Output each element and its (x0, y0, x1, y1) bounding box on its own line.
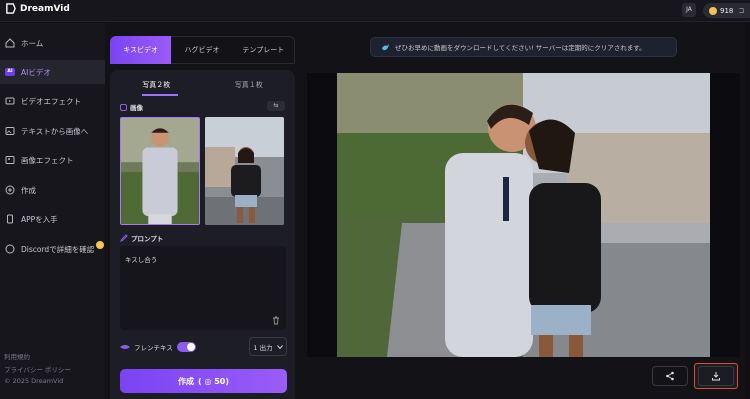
discord-icon (5, 244, 15, 254)
image-section-header: 画像 (120, 102, 143, 112)
right-scroll-edge (745, 22, 750, 399)
image-effect-icon (5, 156, 15, 164)
privacy-link[interactable]: プライバシー ポリシー (4, 364, 71, 374)
photo-count-tabs: 写真２枚 写真１枚 (110, 80, 295, 94)
sidebar-item-get-app[interactable]: APPを入手 (0, 207, 105, 231)
sidebar-item-label: ホーム (21, 38, 44, 48)
share-icon (666, 371, 674, 381)
ai-chip-icon: AI (5, 68, 15, 76)
sidebar-item-create[interactable]: 作成 (0, 178, 105, 202)
video-type-tabs: キスビデオ ハグビデオ テンプレート (110, 36, 295, 64)
discord-badge-icon (96, 241, 105, 249)
top-bar: DreamVid JA 918 コ (0, 0, 750, 22)
bird-icon (381, 43, 390, 50)
download-icon (712, 372, 720, 381)
pen-icon (120, 234, 128, 242)
image-icon (120, 103, 127, 111)
output-count-select[interactable]: 1 出力 (249, 337, 287, 356)
sidebar-item-discord[interactable]: Discordで詳細を確認 (0, 237, 105, 261)
prompt-section-label: プロンプト (131, 235, 164, 243)
lips-icon (120, 345, 130, 349)
subtab-two-photos[interactable]: 写真２枚 (110, 80, 203, 94)
subtab-one-photo[interactable]: 写真１枚 (203, 80, 296, 94)
sidebar-item-video-effects[interactable]: ビデオエフェクト (0, 89, 105, 113)
language-button[interactable]: JA (682, 3, 696, 17)
chevron-down-icon (276, 344, 283, 349)
sidebar-item-label: テキストから画像へ (21, 126, 89, 136)
create-cost: ( ◎ 50) (198, 376, 229, 386)
sidebar-item-home[interactable]: ホーム (0, 31, 105, 55)
kiss-video-frame (337, 73, 710, 357)
tab-template[interactable]: テンプレート (232, 36, 295, 64)
create-button-label: 作成 (178, 376, 194, 386)
copyright-text: © 2025 DreamVid (4, 377, 64, 385)
app-icon (7, 214, 13, 224)
settings-panel: 写真２枚 写真１枚 画像 ⇆ プロンプト キスし合う フレンチキス 1 出力 作… (110, 70, 295, 399)
video-effect-icon (5, 97, 15, 105)
french-kiss-label: フレンチキス (134, 344, 173, 352)
app-root: DreamVid JA 918 コ ホーム AI AIビデオ ビデオエフェクト … (0, 0, 750, 399)
create-icon (5, 185, 15, 195)
prompt-input[interactable]: キスし合う (120, 246, 286, 330)
prompt-value: キスし合う (125, 256, 158, 264)
credits-more: コ (738, 8, 745, 15)
brand-name: DreamVid (20, 3, 70, 14)
download-button[interactable] (694, 363, 738, 389)
sidebar-item-label: APPを入手 (21, 214, 58, 224)
dreamvid-logo-icon (6, 3, 16, 14)
credits-badge[interactable]: 918 コ (703, 3, 750, 18)
french-kiss-row: フレンチキス (120, 342, 196, 352)
swap-images-button[interactable]: ⇆ (267, 101, 285, 111)
woman-photo-image (205, 117, 284, 225)
coin-icon (709, 6, 717, 15)
tab-kiss-video[interactable]: キスビデオ (110, 36, 172, 64)
home-icon (5, 38, 15, 48)
create-button[interactable]: 作成 ( ◎ 50) (120, 369, 287, 393)
sidebar-item-label: Discordで詳細を確認 (21, 244, 95, 254)
tab-hug-video[interactable]: ハグビデオ (171, 36, 233, 64)
prompt-section-header: プロンプト (120, 233, 163, 243)
notice-text: ぜひお早めに動画をダウンロードしてください! サーバーは定期的にクリアされます。 (395, 44, 646, 52)
sidebar-item-label: ビデオエフェクト (21, 96, 81, 106)
brand[interactable]: DreamVid (5, 3, 70, 14)
sidebar-item-label: 作成 (21, 185, 36, 195)
trash-icon[interactable] (272, 316, 280, 325)
sidebar-item-ai-video[interactable]: AI AIビデオ (0, 60, 105, 84)
credits-count: 918 (720, 6, 734, 15)
video-preview[interactable] (307, 73, 740, 357)
sidebar-item-image-effects[interactable]: 画像エフェクト (0, 148, 105, 172)
french-kiss-toggle[interactable] (176, 342, 196, 352)
terms-link[interactable]: 利用規約 (4, 351, 30, 361)
image-section-label: 画像 (130, 104, 143, 112)
photo-thumbnail-man[interactable] (120, 117, 200, 225)
download-button-inner (698, 366, 734, 386)
share-button[interactable] (652, 366, 688, 386)
download-notice: ぜひお早めに動画をダウンロードしてください! サーバーは定期的にクリアされます。 (370, 37, 677, 57)
sidebar-item-label: AIビデオ (21, 67, 51, 77)
photo-thumbnail-woman[interactable] (205, 117, 284, 225)
sidebar-item-label: 画像エフェクト (21, 155, 74, 165)
output-count-value: 1 出力 (253, 343, 273, 352)
sidebar: ホーム AI AIビデオ ビデオエフェクト テキストから画像へ 画像エフェクト … (0, 23, 105, 399)
text-to-image-icon (5, 127, 15, 135)
man-photo-image (121, 118, 199, 224)
sidebar-item-text-to-image[interactable]: テキストから画像へ (0, 119, 105, 143)
subtab-indicator (142, 94, 178, 96)
